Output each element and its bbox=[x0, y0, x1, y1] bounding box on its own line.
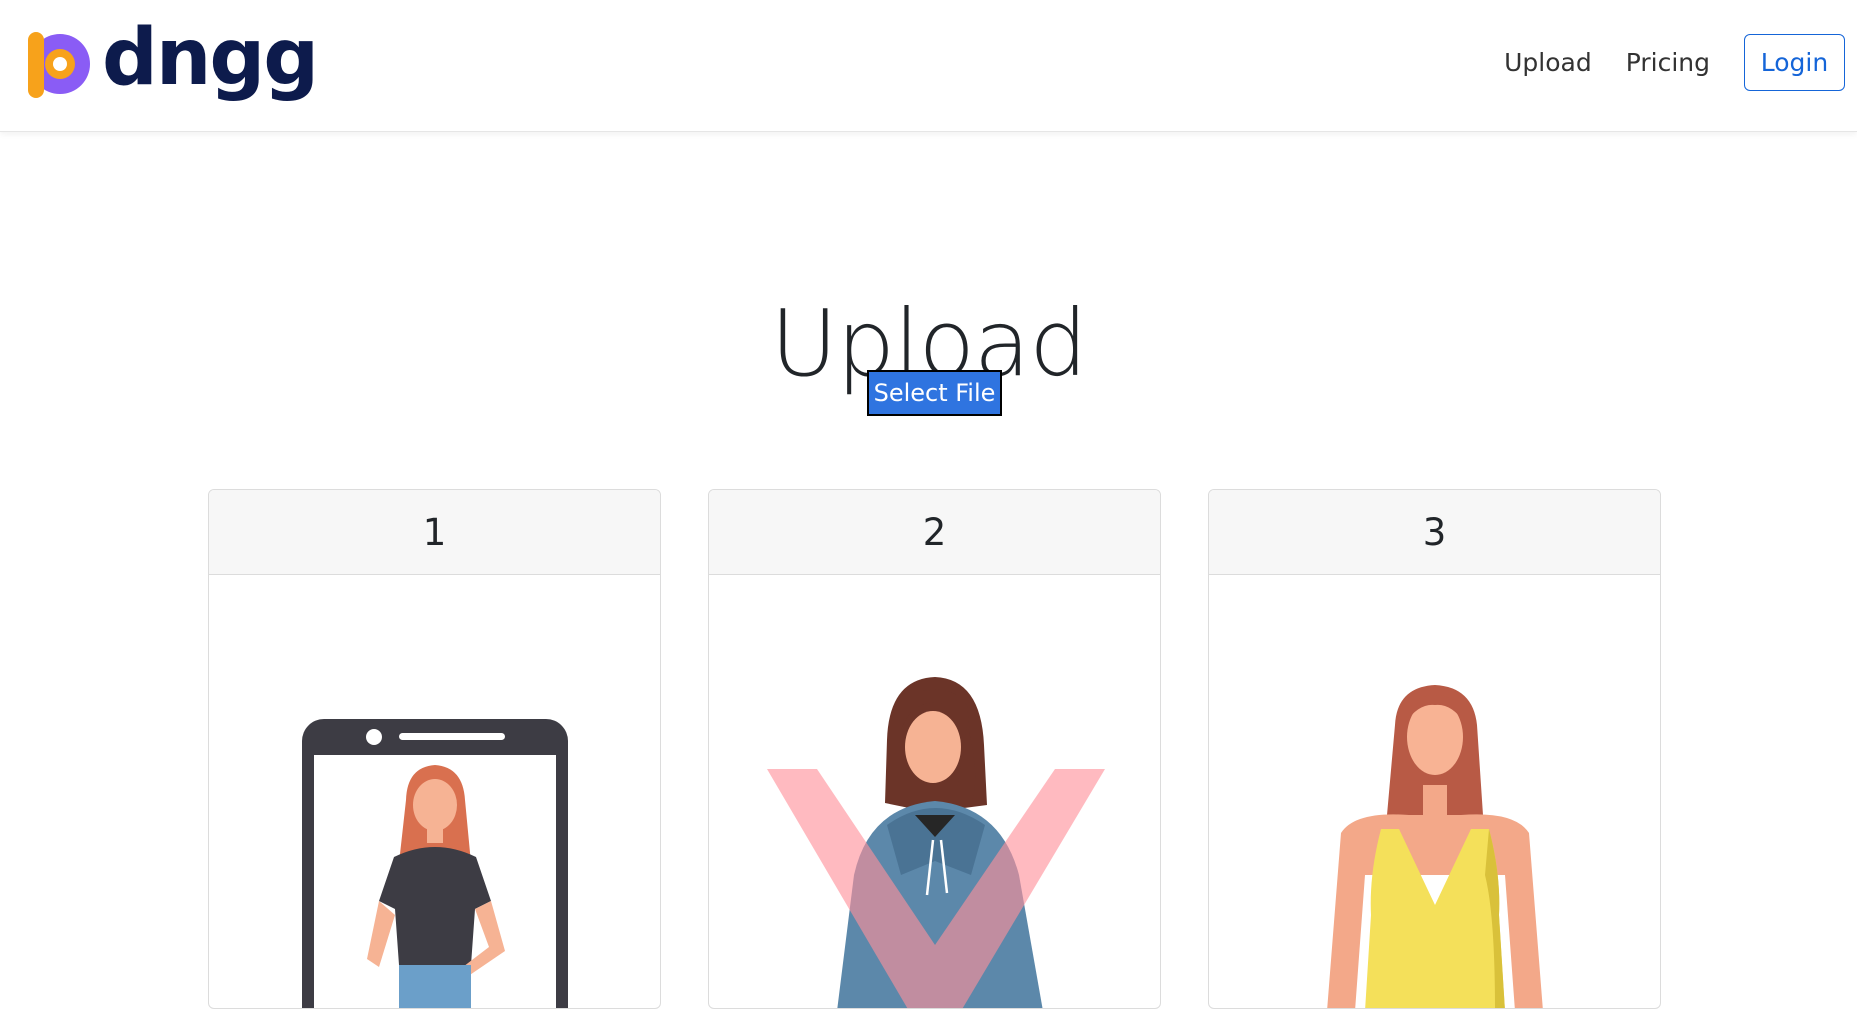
logo-mark-icon bbox=[28, 32, 90, 98]
tank-top-illustration bbox=[1327, 685, 1543, 1008]
step-illustration bbox=[1209, 575, 1660, 1008]
brand-name: dngg bbox=[102, 13, 319, 103]
step-illustration bbox=[209, 575, 660, 1008]
step-card-1: 1 bbox=[208, 489, 661, 1009]
step-card-3: 3 bbox=[1208, 489, 1661, 1009]
phone-selfie-illustration bbox=[302, 719, 568, 1008]
step-card-2: 2 bbox=[708, 489, 1161, 1009]
main-nav: Upload Pricing Login bbox=[1504, 34, 1845, 91]
nav-pricing-link[interactable]: Pricing bbox=[1626, 48, 1710, 77]
nav-upload-link[interactable]: Upload bbox=[1504, 48, 1592, 77]
step-number: 2 bbox=[709, 490, 1160, 575]
step-number: 3 bbox=[1209, 490, 1660, 575]
hoodie-rejected-illustration bbox=[767, 677, 1105, 1008]
step-number: 1 bbox=[209, 490, 660, 575]
login-button[interactable]: Login bbox=[1744, 34, 1845, 91]
brand-logo[interactable]: dngg bbox=[24, 13, 319, 106]
step-illustration bbox=[709, 575, 1160, 1008]
navbar: dngg Upload Pricing Login bbox=[0, 0, 1857, 132]
select-file-button[interactable]: Select File bbox=[867, 370, 1002, 416]
